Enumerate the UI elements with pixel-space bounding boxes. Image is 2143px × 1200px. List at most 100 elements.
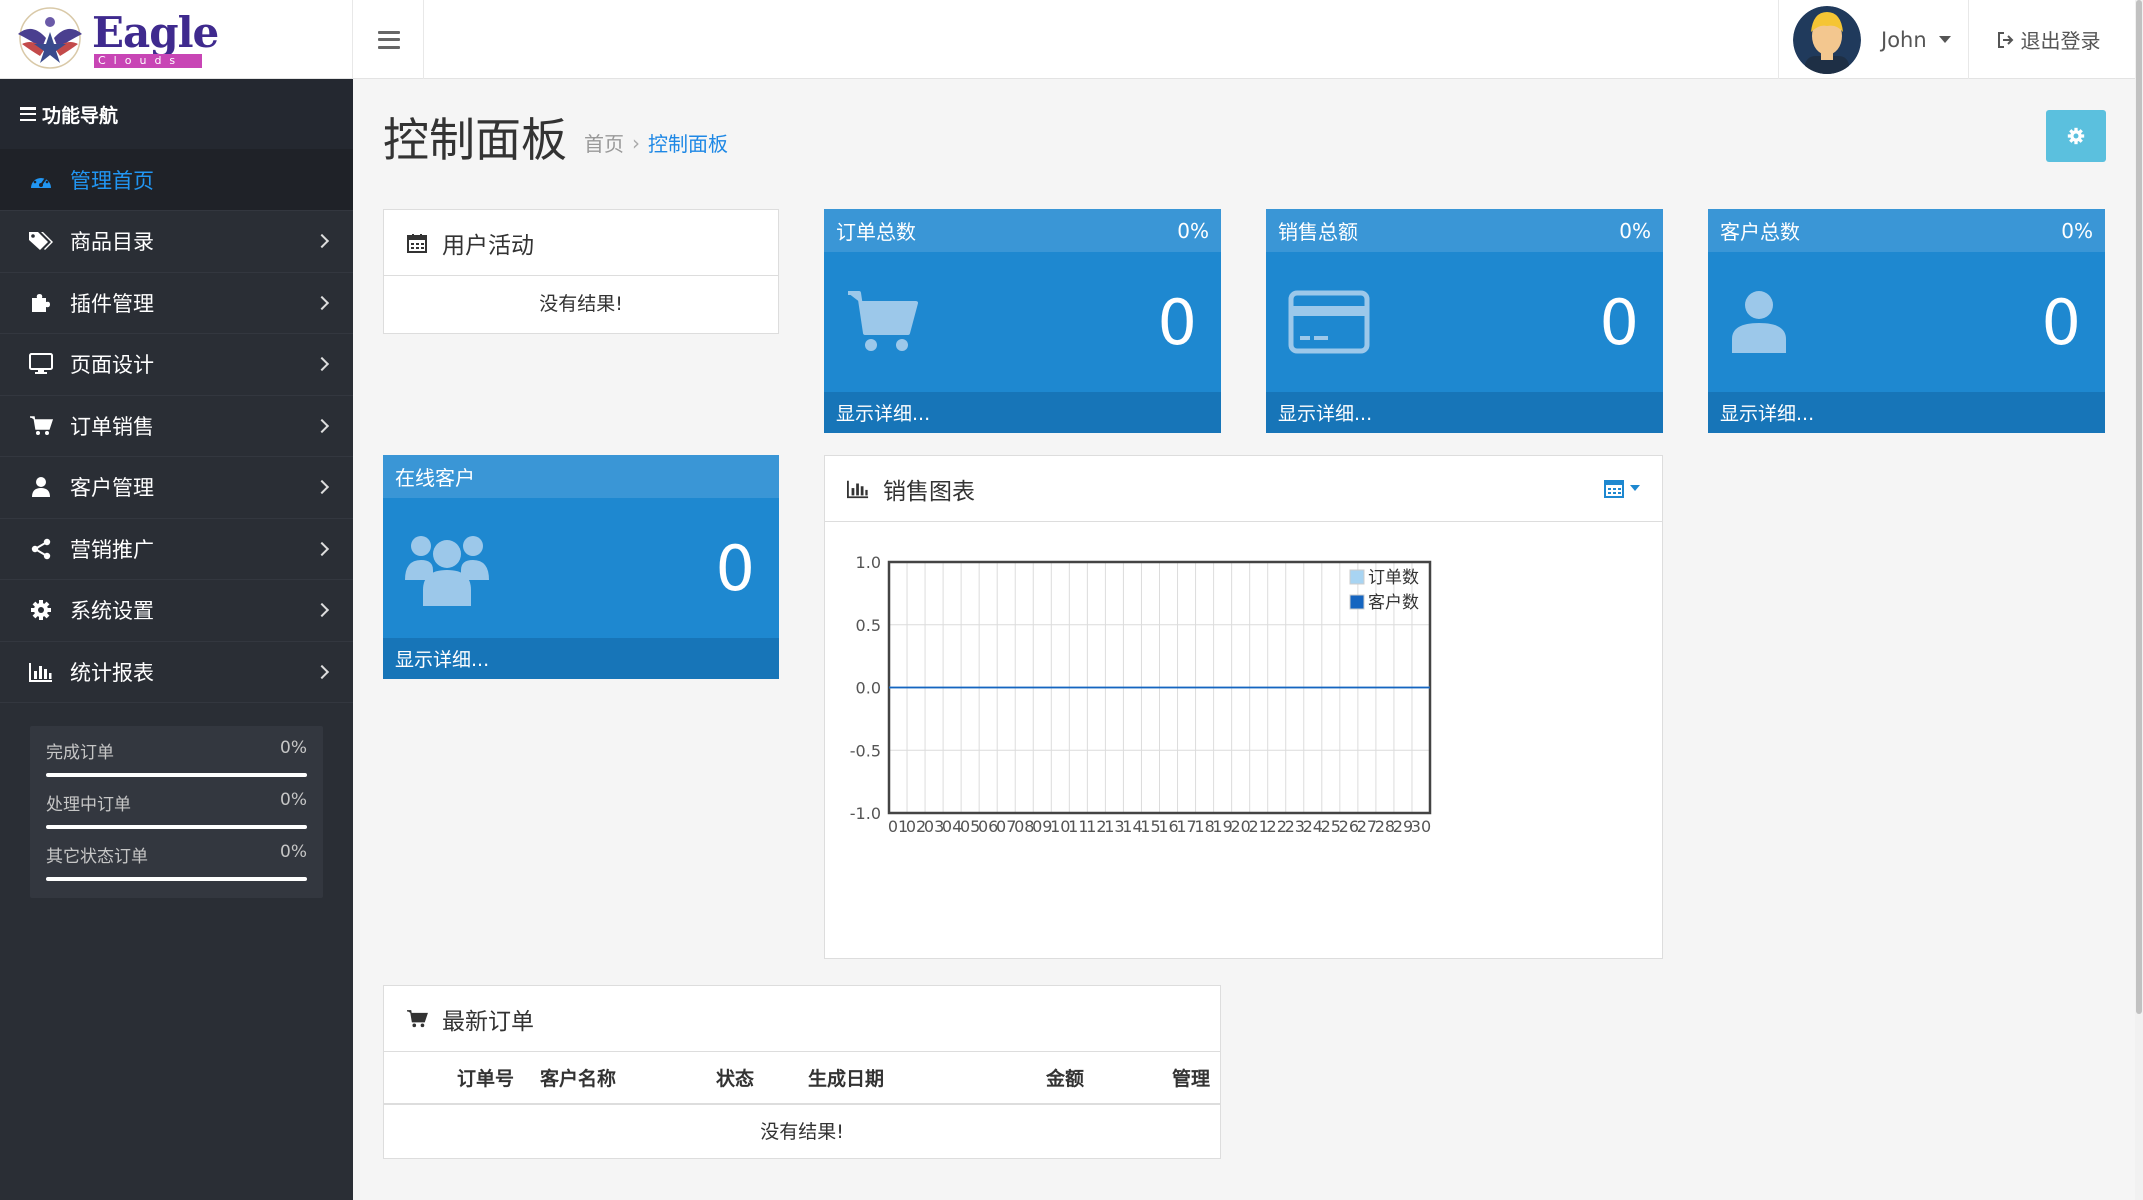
stat-value: 0 [2041,285,2081,359]
monitor-icon [28,352,54,376]
sidebar-item-label: 订单销售 [70,414,154,439]
chevron-right-icon [314,418,330,433]
chevron-right-icon [314,295,330,310]
sidebar-item-label: 管理首页 [70,168,154,193]
stat-details-link[interactable]: 显示详细... [824,392,1221,433]
sidebar-item-catalog[interactable]: 商品目录 [0,211,353,273]
stat-details-link[interactable]: 显示详细... [1266,392,1663,433]
top-header: Eagle Clouds John 退出登录 [0,0,2143,79]
column-header[interactable]: 金额 [894,1052,1094,1105]
menu-toggle-button[interactable] [354,0,424,79]
column-header[interactable]: 生成日期 [764,1052,894,1105]
sidebar-item-design[interactable]: 页面设计 [0,334,353,396]
sidebar-item-label: 商品目录 [70,230,154,255]
eagle-logo-icon [18,6,82,69]
hamburger-icon [377,30,400,49]
stat-title: 客户总数 [1720,220,1800,244]
breadcrumb-separator: › [632,130,640,155]
panel-heading: 销售图表 [825,456,1662,522]
stat-title: 订单总数 [836,220,916,244]
column-header[interactable]: 订单号 [384,1052,524,1105]
stat-percent: 0% [2061,218,2093,243]
y-tick-label: -1.0 [850,804,881,823]
y-tick-label: -0.5 [850,741,881,760]
breadcrumb: 首页 › 控制面板 [584,128,728,157]
dashboard-icon [28,168,54,192]
legend-swatch [1349,569,1365,585]
bars-icon [20,107,36,121]
stat-title: 销售总额 [1278,220,1358,244]
stat-total-customers: 客户总数 0% 0 显示详细... [1708,209,2105,433]
caret-down-icon [1938,36,1951,43]
calendar-icon [406,232,428,254]
logout-label: 退出登录 [2020,29,2101,53]
progress-bar [46,773,307,777]
logout-button[interactable]: 退出登录 [1968,0,2128,79]
settings-button[interactable] [2046,110,2106,162]
column-header[interactable]: 状态 [634,1052,764,1105]
column-header[interactable]: 客户名称 [524,1052,634,1105]
stat-value: 0 [1599,285,1639,359]
sidebar-item-reports[interactable]: 统计报表 [0,642,353,703]
sidebar-item-label: 营销推广 [70,537,154,562]
gear-icon [28,598,54,622]
legend-label: 订单数 [1368,568,1419,588]
cart-icon [28,414,54,438]
stat-details-link[interactable]: 显示详细... [383,638,779,679]
sign-out-icon [1997,31,2013,48]
progress-completed: 完成订单 0% [46,738,307,790]
cart-icon [848,291,918,351]
scrollbar-thumb[interactable] [2136,0,2142,1014]
sales-line-chart: 1.00.50.0-0.5-1.001020304050607080910111… [850,553,1432,836]
panel-title: 最新订单 [442,1008,534,1035]
progress-other: 其它状态订单 0% [46,842,307,894]
stat-total-orders: 订单总数 0% 0 显示详细... [824,209,1221,433]
x-tick-label: 30 [1411,817,1431,836]
breadcrumb-home[interactable]: 首页 [584,128,624,157]
stat-details-link[interactable]: 显示详细... [1708,392,2105,433]
sidebar-item-settings[interactable]: 系统设置 [0,580,353,642]
logo[interactable]: Eagle Clouds [0,0,353,79]
table-header-row: 订单号 客户名称 状态 生成日期 金额 管理 [384,1052,1220,1105]
sidebar-item-label: 系统设置 [70,599,154,624]
puzzle-icon [28,291,54,315]
progress-bar [46,825,307,829]
logo-subtitle: Clouds [94,53,202,68]
user-menu[interactable]: John [1778,0,1968,79]
progress-value: 0% [280,790,307,810]
share-icon [28,537,54,561]
user-icon [28,475,54,499]
progress-processing: 处理中订单 0% [46,790,307,842]
sidebar-item-label: 客户管理 [70,476,154,501]
sidebar-item-label: 统计报表 [70,660,154,685]
sidebar-item-marketing[interactable]: 营销推广 [0,519,353,580]
y-tick-label: 1.0 [856,553,881,572]
logo-title: Eagle [92,7,219,57]
stat-online-customers: 在线客户 0 显示详细... [383,455,779,679]
progress-label: 处理中订单 [46,795,131,815]
sidebar-item-plugins[interactable]: 插件管理 [0,273,353,334]
empty-message: 没有结果! [760,1121,844,1143]
user-icon [1732,291,1786,353]
sidebar-item-customers[interactable]: 客户管理 [0,457,353,519]
progress-value: 0% [280,738,307,758]
breadcrumb-current[interactable]: 控制面板 [648,128,728,157]
user-activity-panel: 用户活动 没有结果! [383,209,779,334]
users-icon [405,536,489,606]
chart-range-dropdown[interactable] [1604,478,1640,498]
legend-swatch [1349,594,1365,610]
y-tick-label: 0.0 [856,679,881,698]
bar-chart-icon [28,660,54,684]
avatar [1793,5,1861,74]
sidebar-item-dashboard[interactable]: 管理首页 [0,149,353,211]
column-header[interactable]: 管理 [1094,1052,1220,1105]
chevron-right-icon [314,603,330,618]
sidebar-item-label: 页面设计 [70,353,154,378]
sidebar-heading-label: 功能导航 [42,104,119,127]
credit-card-icon [1288,290,1370,354]
progress-fill [46,825,307,829]
chevron-right-icon [314,480,330,495]
stat-value: 0 [715,531,755,605]
sidebar-item-label: 插件管理 [70,291,154,316]
sidebar-item-orders[interactable]: 订单销售 [0,396,353,457]
